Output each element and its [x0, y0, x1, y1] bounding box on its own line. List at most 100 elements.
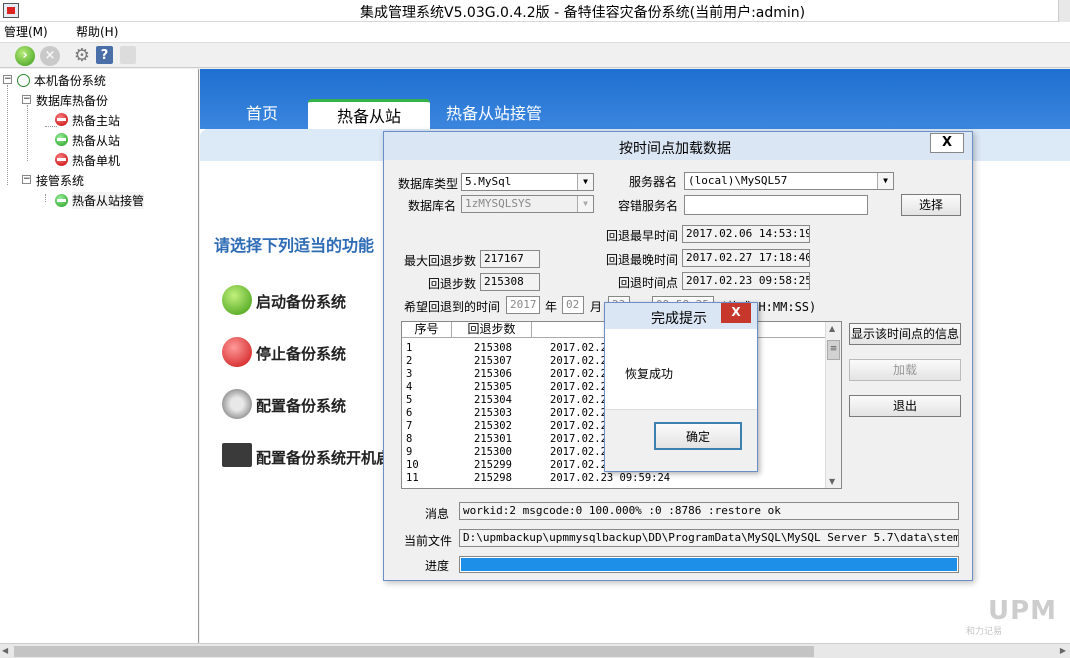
scroll-thumb[interactable]: ≡: [827, 340, 840, 360]
chevron-up-icon[interactable]: ▲: [829, 324, 835, 333]
monitor-icon: [222, 443, 252, 467]
chevron-down-icon: ▼: [877, 173, 893, 189]
horizontal-scrollbar[interactable]: ◀ ▶: [0, 643, 1070, 658]
progress-fill: [461, 558, 957, 571]
tree-item-hot-master[interactable]: 热备主站: [72, 112, 120, 129]
popup-footer: 确定: [605, 409, 757, 471]
tree-item-hot-standalone[interactable]: 热备单机: [72, 152, 120, 169]
tree-root[interactable]: 本机备份系统: [17, 72, 106, 89]
function-prompt: 请选择下列适当的功能: [214, 236, 375, 255]
scroll-thumb[interactable]: [14, 646, 814, 657]
db-name-label: 数据库名: [408, 199, 457, 213]
dialog-titlebar: 按时间点加载数据 X: [384, 132, 972, 160]
popup-titlebar: 完成提示 X: [605, 303, 757, 329]
cell-seq: 6: [406, 407, 413, 419]
ok-button[interactable]: 确定: [654, 422, 742, 450]
menu-help[interactable]: 帮助(H): [76, 23, 118, 40]
cell-steps: 215306: [474, 368, 512, 380]
cell-seq: 5: [406, 394, 413, 406]
db-name-select[interactable]: 1zMYSQLSYS ▼: [461, 195, 594, 213]
tree-item-hot-slave-takeover[interactable]: 热备从站接管: [72, 192, 145, 209]
cell-steps: 215299: [474, 459, 512, 471]
tree-toggle-db[interactable]: −: [22, 95, 31, 104]
help-icon[interactable]: ?: [96, 46, 113, 64]
tree-group-db-hot-backup[interactable]: 数据库热备份: [36, 92, 108, 109]
cell-seq: 10: [406, 459, 419, 471]
nav-tree: − 本机备份系统 − 数据库热备份 热备主站 热备从站 热备单机 − 接管系统 …: [0, 69, 199, 643]
steps-field: 215308: [480, 273, 540, 291]
progress-bar: [459, 556, 959, 573]
configure-autostart-label: 配置备份系统开机启: [256, 449, 392, 467]
cell-seq: 11: [406, 472, 419, 484]
watermark-logo: UPM: [988, 596, 1058, 626]
earliest-time-field: 2017.02.06 14:53:19: [682, 225, 810, 243]
chevron-down-icon[interactable]: ▼: [829, 477, 835, 486]
play-icon[interactable]: ›: [15, 46, 35, 66]
cell-seq: 4: [406, 381, 413, 393]
status-running-icon: [55, 133, 68, 146]
cell-steps: 215302: [474, 420, 512, 432]
latest-time-label: 回退最晚时间: [606, 253, 679, 267]
year-input[interactable]: 2017: [506, 296, 540, 314]
column-header-steps[interactable]: 回退步数: [452, 322, 532, 338]
stop-backup-label: 停止备份系统: [256, 345, 347, 363]
server-value: (local)\MySQL57: [688, 174, 788, 187]
tree-item-hot-slave[interactable]: 热备从站: [72, 132, 120, 149]
status-running-icon: [55, 194, 68, 207]
toolbar: › × ⚙ ?: [0, 42, 1070, 68]
table-row[interactable]: 11 215298 2017.02.23 09:59:24: [402, 472, 827, 485]
latest-time-field: 2017.02.27 17:18:40: [682, 249, 810, 267]
server-select[interactable]: (local)\MySQL57 ▼: [684, 172, 894, 190]
chevron-right-icon[interactable]: ▶: [1060, 646, 1066, 655]
tab-hot-slave-takeover[interactable]: 热备从站接管: [436, 99, 552, 129]
select-button[interactable]: 选择: [901, 194, 961, 216]
popup-message: 恢复成功: [625, 367, 674, 381]
tree-toggle-takeover[interactable]: −: [22, 175, 31, 184]
list-scrollbar[interactable]: ▲ ≡ ▼: [825, 322, 841, 488]
tab-hot-slave[interactable]: 热备从站: [308, 99, 430, 129]
cell-steps: 215307: [474, 355, 512, 367]
popup-body: 恢复成功: [605, 329, 757, 409]
exit-button[interactable]: 退出: [849, 395, 961, 417]
play-icon: [17, 74, 30, 87]
cell-steps: 215301: [474, 433, 512, 445]
load-button[interactable]: 加载: [849, 359, 961, 381]
cell-seq: 2: [406, 355, 413, 367]
title-scroll-edge: [1058, 0, 1070, 22]
stop-icon[interactable]: ×: [40, 46, 60, 66]
menu-manage[interactable]: 管理(M): [4, 23, 48, 40]
tree-group-takeover[interactable]: 接管系统: [36, 172, 84, 189]
tree-root-label: 本机备份系统: [33, 74, 106, 88]
tree-toggle-root[interactable]: −: [3, 75, 12, 84]
gear-icon[interactable]: ⚙: [72, 46, 92, 66]
cell-steps: 215300: [474, 446, 512, 458]
db-type-select[interactable]: 5.MySql ▼: [461, 173, 594, 191]
dialog-title: 按时间点加载数据: [619, 141, 731, 157]
stop-icon: [222, 337, 252, 367]
message-label: 消息: [425, 507, 450, 521]
progress-label: 进度: [425, 559, 450, 573]
chevron-down-icon: ▼: [577, 196, 593, 212]
tab-banner: 首页 热备从站 热备从站接管: [200, 69, 1070, 129]
server-label: 服务器名: [629, 175, 678, 189]
month-input[interactable]: 02: [562, 296, 584, 314]
dr-server-input[interactable]: [684, 195, 868, 215]
popup-close-button[interactable]: X: [721, 303, 751, 323]
configure-backup-label: 配置备份系统: [256, 397, 347, 415]
app-icon: [3, 3, 19, 18]
start-backup-label: 启动备份系统: [256, 293, 347, 311]
cell-steps: 215308: [474, 342, 512, 354]
trash-icon[interactable]: [120, 46, 136, 64]
current-file-field: D:\upmbackup\upmmysqlbackup\DD\ProgramDa…: [459, 529, 959, 547]
db-type-label: 数据库类型: [398, 177, 459, 191]
status-stopped-icon: [55, 153, 68, 166]
cell-seq: 7: [406, 420, 413, 432]
cell-seq: 3: [406, 368, 413, 380]
show-point-info-button[interactable]: 显示该时间点的信息: [849, 323, 961, 345]
tab-home[interactable]: 首页: [222, 99, 302, 129]
chevron-left-icon[interactable]: ◀: [2, 646, 8, 655]
db-type-value: 5.MySql: [465, 175, 512, 188]
watermark-subtext: 和力记易: [966, 627, 1003, 637]
column-header-seq[interactable]: 序号: [402, 322, 452, 338]
dialog-close-button[interactable]: X: [930, 133, 964, 153]
